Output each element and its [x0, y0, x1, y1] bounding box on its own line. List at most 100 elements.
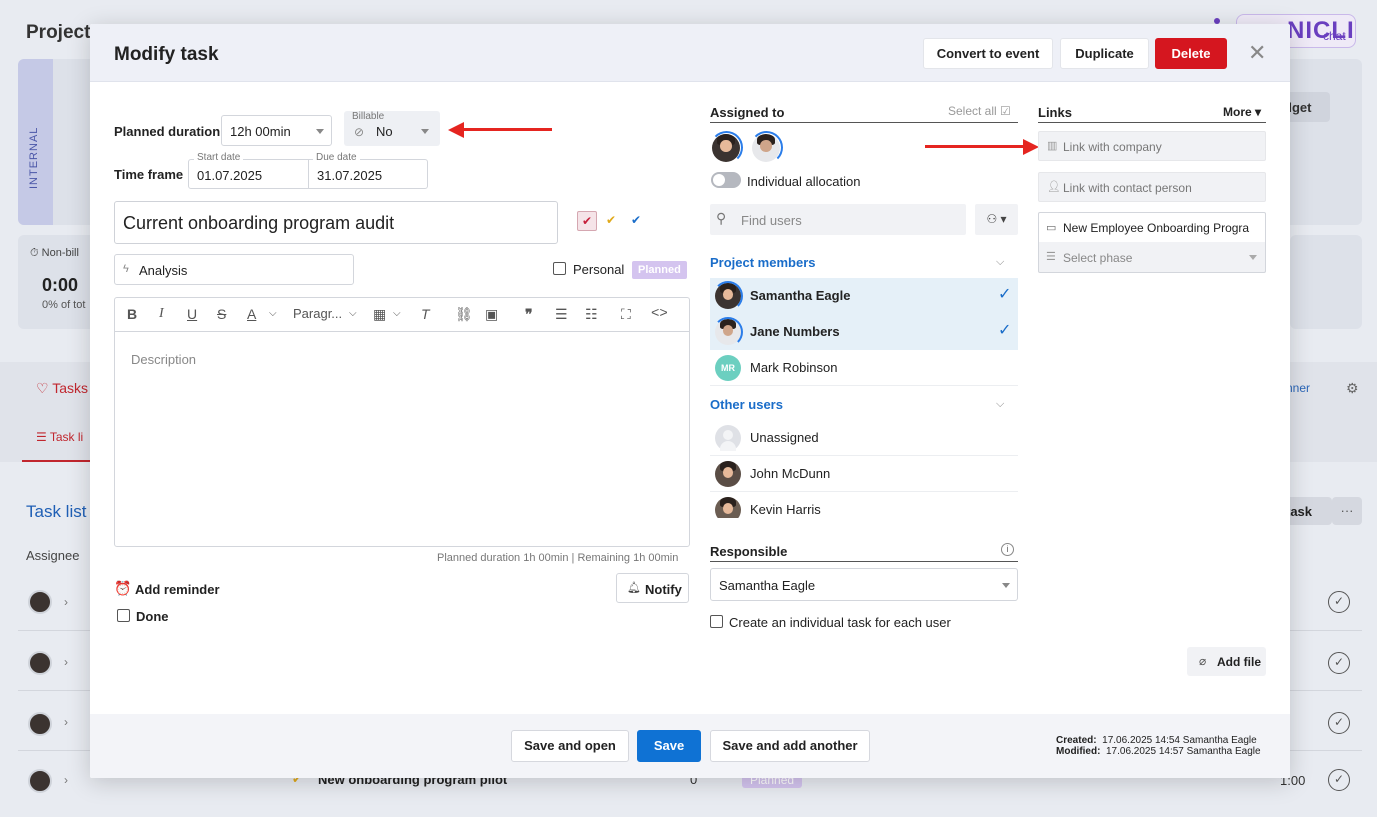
avatar [28, 712, 52, 736]
notify-button[interactable]: 🔔︎ Notify [616, 573, 689, 603]
link-contact-field[interactable]: 👤︎ Link with contact person [1038, 172, 1266, 202]
editor-toolbar: B I U S A ⌵ Paragr... ⌵ ▦ ⌵ T ⛓ ▣ ❞ ☰ ☷ … [114, 297, 690, 331]
add-reminder-button[interactable]: Add reminder [135, 582, 220, 597]
link-company-field[interactable]: ▥ Link with company [1038, 131, 1266, 161]
check-circle-icon[interactable]: ✓ [1328, 769, 1350, 791]
more-icon[interactable]: ··· [1332, 497, 1362, 525]
avatar-initials: MR [715, 355, 741, 381]
image-icon[interactable]: ▣ [485, 306, 498, 323]
alarm-icon[interactable]: ⏰ [114, 580, 131, 597]
bullet-list-icon[interactable]: ☰ [555, 306, 568, 323]
task-title-input[interactable]: Current onboarding program audit [114, 201, 558, 244]
annotation-arrow-line [925, 145, 1025, 148]
priority-high-icon[interactable]: ✔ [577, 211, 597, 231]
bold-icon[interactable]: B [127, 306, 137, 322]
chevron-down-icon[interactable]: ⌵ [393, 308, 401, 319]
due-date-label: Due date [313, 152, 360, 163]
notify-label: Notify [645, 582, 682, 597]
italic-icon[interactable]: I [159, 306, 164, 322]
phase-select[interactable]: ☰ Select phase [1038, 242, 1266, 273]
user-groups-button[interactable]: ⚇ ▾ [975, 204, 1018, 235]
status-badge[interactable]: Planned [632, 261, 687, 279]
member-name: Mark Robinson [750, 360, 838, 375]
more-menu-button[interactable]: More ▾ [1223, 105, 1261, 119]
stat-sub: 0% of tot [42, 299, 86, 311]
stat-card-right [1290, 235, 1362, 329]
task-list-title: Task list [26, 502, 87, 521]
description-editor[interactable]: Description [114, 331, 690, 547]
activity-value: Analysis [139, 263, 188, 278]
list-item[interactable]: Unassigned [710, 420, 1018, 456]
chevron-down-icon[interactable]: ⌵ [996, 256, 1004, 269]
save-button[interactable]: Save [637, 730, 701, 762]
project-members-title[interactable]: Project members [710, 255, 816, 270]
individual-task-label: Create an individual task for each user [729, 615, 951, 630]
internal-label: INTERNAL [28, 126, 40, 189]
strikethrough-icon[interactable]: S [217, 306, 226, 322]
column-assignee: Assignee [26, 548, 80, 563]
personal-checkbox[interactable] [553, 262, 566, 275]
allocation-ring [750, 131, 783, 164]
other-users-title[interactable]: Other users [710, 397, 783, 412]
project-link-field[interactable]: ▭ New Employee Onboarding Progra [1038, 212, 1266, 243]
billable-select[interactable]: Billable ⊘ No [344, 111, 440, 146]
list-item[interactable]: Samantha Eagle ✓ [710, 278, 1018, 314]
quote-icon[interactable]: ❞ [525, 306, 533, 323]
planned-duration-select[interactable]: 12h 00min [221, 115, 332, 146]
individual-task-checkbox[interactable] [710, 615, 723, 628]
chevron-down-icon[interactable]: ⌵ [349, 308, 357, 319]
dialog-header: Modify task Convert to event Duplicate D… [90, 24, 1290, 82]
clear-format-icon[interactable]: T [421, 306, 430, 322]
table-icon[interactable]: ▦ [373, 306, 386, 323]
fullscreen-icon[interactable]: ⛶ [621, 306, 631, 323]
tab-tasks[interactable]: ♡ Tasks [36, 380, 88, 397]
responsible-value: Samantha Eagle [719, 578, 816, 593]
activity-select[interactable]: ϟ Analysis [114, 254, 354, 285]
check-circle-icon[interactable]: ✓ [1328, 591, 1350, 613]
list-item[interactable]: Kevin Harris [710, 492, 1018, 518]
text-color-icon[interactable]: A [247, 306, 256, 322]
priority-low-icon[interactable]: ✔ [631, 213, 641, 227]
list-item[interactable]: Jane Numbers ✓ [710, 314, 1018, 350]
check-circle-icon[interactable]: ✓ [1328, 712, 1350, 734]
chevron-down-icon[interactable]: ⌵ [996, 398, 1004, 411]
close-icon[interactable]: ✕ [1248, 40, 1266, 66]
priority-medium-icon[interactable]: ✔ [606, 213, 616, 227]
checkmark-icon: ✓ [998, 322, 1012, 339]
chevron-down-icon[interactable]: ⌵ [269, 308, 277, 319]
tab-task-list[interactable]: ☰ Task li [36, 430, 83, 444]
save-and-open-button[interactable]: Save and open [511, 730, 629, 762]
find-users-input[interactable]: ⚲ Find users [710, 204, 966, 235]
avatar [28, 651, 52, 675]
responsible-select[interactable]: Samantha Eagle [710, 568, 1018, 601]
paragraph-select[interactable]: Paragr... [293, 306, 342, 321]
done-checkbox[interactable] [117, 609, 130, 622]
chevron-right-icon[interactable]: › [64, 773, 68, 787]
info-icon[interactable]: i [1001, 543, 1014, 556]
add-file-button[interactable]: ⌀ Add file [1187, 647, 1266, 676]
select-all-button[interactable]: Select all ☑ [948, 104, 1011, 118]
individual-allocation-toggle[interactable] [711, 172, 741, 188]
duplicate-button[interactable]: Duplicate [1060, 38, 1149, 69]
list-item[interactable]: MR Mark Robinson [710, 350, 1018, 386]
code-icon[interactable]: <> [651, 306, 668, 322]
underline-icon[interactable]: U [187, 306, 197, 322]
annotation-arrow-line [462, 128, 552, 131]
created-meta: Created: 17.06.2025 14:54 Samantha Eagle [1056, 735, 1257, 746]
chevron-right-icon[interactable]: › [64, 715, 68, 729]
due-date-field[interactable]: 31.07.2025 [308, 159, 428, 189]
list-item[interactable]: John McDunn [710, 456, 1018, 492]
save-and-add-another-button[interactable]: Save and add another [710, 730, 870, 762]
member-name: Jane Numbers [750, 324, 840, 339]
start-date-field[interactable]: 01.07.2025 [188, 159, 309, 189]
chevron-right-icon[interactable]: › [64, 595, 68, 609]
link-icon[interactable]: ⛓ [455, 306, 473, 323]
chevron-down-icon [1002, 583, 1010, 588]
delete-button[interactable]: Delete [1155, 38, 1227, 69]
check-circle-icon[interactable]: ✓ [1328, 652, 1350, 674]
convert-to-event-button[interactable]: Convert to event [923, 38, 1053, 69]
folder-icon: ▭ [1046, 222, 1057, 234]
numbered-list-icon[interactable]: ☷ [585, 306, 598, 323]
chevron-right-icon[interactable]: › [64, 655, 68, 669]
gear-icon[interactable]: ⚙ [1346, 380, 1359, 397]
